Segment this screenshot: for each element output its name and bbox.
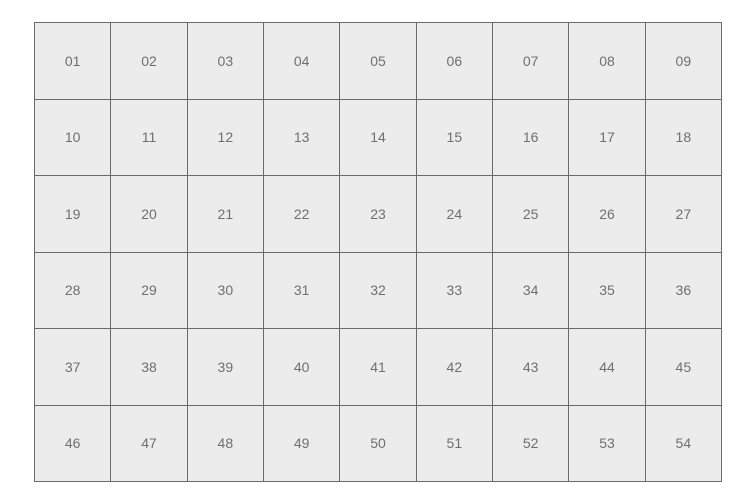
grid-cell-09[interactable]: 09: [645, 23, 722, 100]
grid-cell-21[interactable]: 21: [187, 176, 264, 253]
grid-cell-07[interactable]: 07: [493, 23, 570, 100]
grid-cell-52[interactable]: 52: [493, 405, 570, 482]
grid-cell-02[interactable]: 02: [111, 23, 188, 100]
grid-cell-03[interactable]: 03: [187, 23, 264, 100]
grid-cell-50[interactable]: 50: [340, 405, 417, 482]
grid-cell-19[interactable]: 19: [35, 176, 112, 253]
grid-cell-16[interactable]: 16: [493, 99, 570, 176]
grid-cell-32[interactable]: 32: [340, 252, 417, 329]
grid-cell-20[interactable]: 20: [111, 176, 188, 253]
grid-cell-53[interactable]: 53: [569, 405, 646, 482]
grid-cell-22[interactable]: 22: [264, 176, 341, 253]
grid-cell-23[interactable]: 23: [340, 176, 417, 253]
grid-cell-49[interactable]: 49: [264, 405, 341, 482]
grid-cell-24[interactable]: 24: [416, 176, 493, 253]
grid-cell-44[interactable]: 44: [569, 329, 646, 406]
grid-cell-45[interactable]: 45: [645, 329, 722, 406]
grid-cell-31[interactable]: 31: [264, 252, 341, 329]
grid-cell-12[interactable]: 12: [187, 99, 264, 176]
grid-cell-26[interactable]: 26: [569, 176, 646, 253]
grid-cell-01[interactable]: 01: [35, 23, 112, 100]
grid-cell-18[interactable]: 18: [645, 99, 722, 176]
grid-cell-47[interactable]: 47: [111, 405, 188, 482]
grid-cell-41[interactable]: 41: [340, 329, 417, 406]
grid-cell-48[interactable]: 48: [187, 405, 264, 482]
grid-cell-27[interactable]: 27: [645, 176, 722, 253]
grid-cell-43[interactable]: 43: [493, 329, 570, 406]
grid-cell-11[interactable]: 11: [111, 99, 188, 176]
grid-cell-28[interactable]: 28: [35, 252, 112, 329]
grid-cell-14[interactable]: 14: [340, 99, 417, 176]
grid-cell-30[interactable]: 30: [187, 252, 264, 329]
grid-cell-36[interactable]: 36: [645, 252, 722, 329]
grid-cell-05[interactable]: 05: [340, 23, 417, 100]
grid-cell-42[interactable]: 42: [416, 329, 493, 406]
grid-cell-13[interactable]: 13: [264, 99, 341, 176]
grid-cell-51[interactable]: 51: [416, 405, 493, 482]
grid-cell-54[interactable]: 54: [645, 405, 722, 482]
grid-cell-46[interactable]: 46: [35, 405, 112, 482]
grid-cell-10[interactable]: 10: [35, 99, 112, 176]
grid-cell-38[interactable]: 38: [111, 329, 188, 406]
grid-cell-15[interactable]: 15: [416, 99, 493, 176]
grid-cell-40[interactable]: 40: [264, 329, 341, 406]
grid-cell-04[interactable]: 04: [264, 23, 341, 100]
grid-cell-33[interactable]: 33: [416, 252, 493, 329]
grid-cell-08[interactable]: 08: [569, 23, 646, 100]
grid-cell-37[interactable]: 37: [35, 329, 112, 406]
grid-cell-17[interactable]: 17: [569, 99, 646, 176]
grid-cell-25[interactable]: 25: [493, 176, 570, 253]
grid-cell-39[interactable]: 39: [187, 329, 264, 406]
grid-cell-29[interactable]: 29: [111, 252, 188, 329]
grid-cell-35[interactable]: 35: [569, 252, 646, 329]
grid-cell-06[interactable]: 06: [416, 23, 493, 100]
grid-cell-34[interactable]: 34: [493, 252, 570, 329]
number-grid: 01 02 03 04 05 06 07 08 09 10 11 12 13 1…: [34, 22, 722, 482]
